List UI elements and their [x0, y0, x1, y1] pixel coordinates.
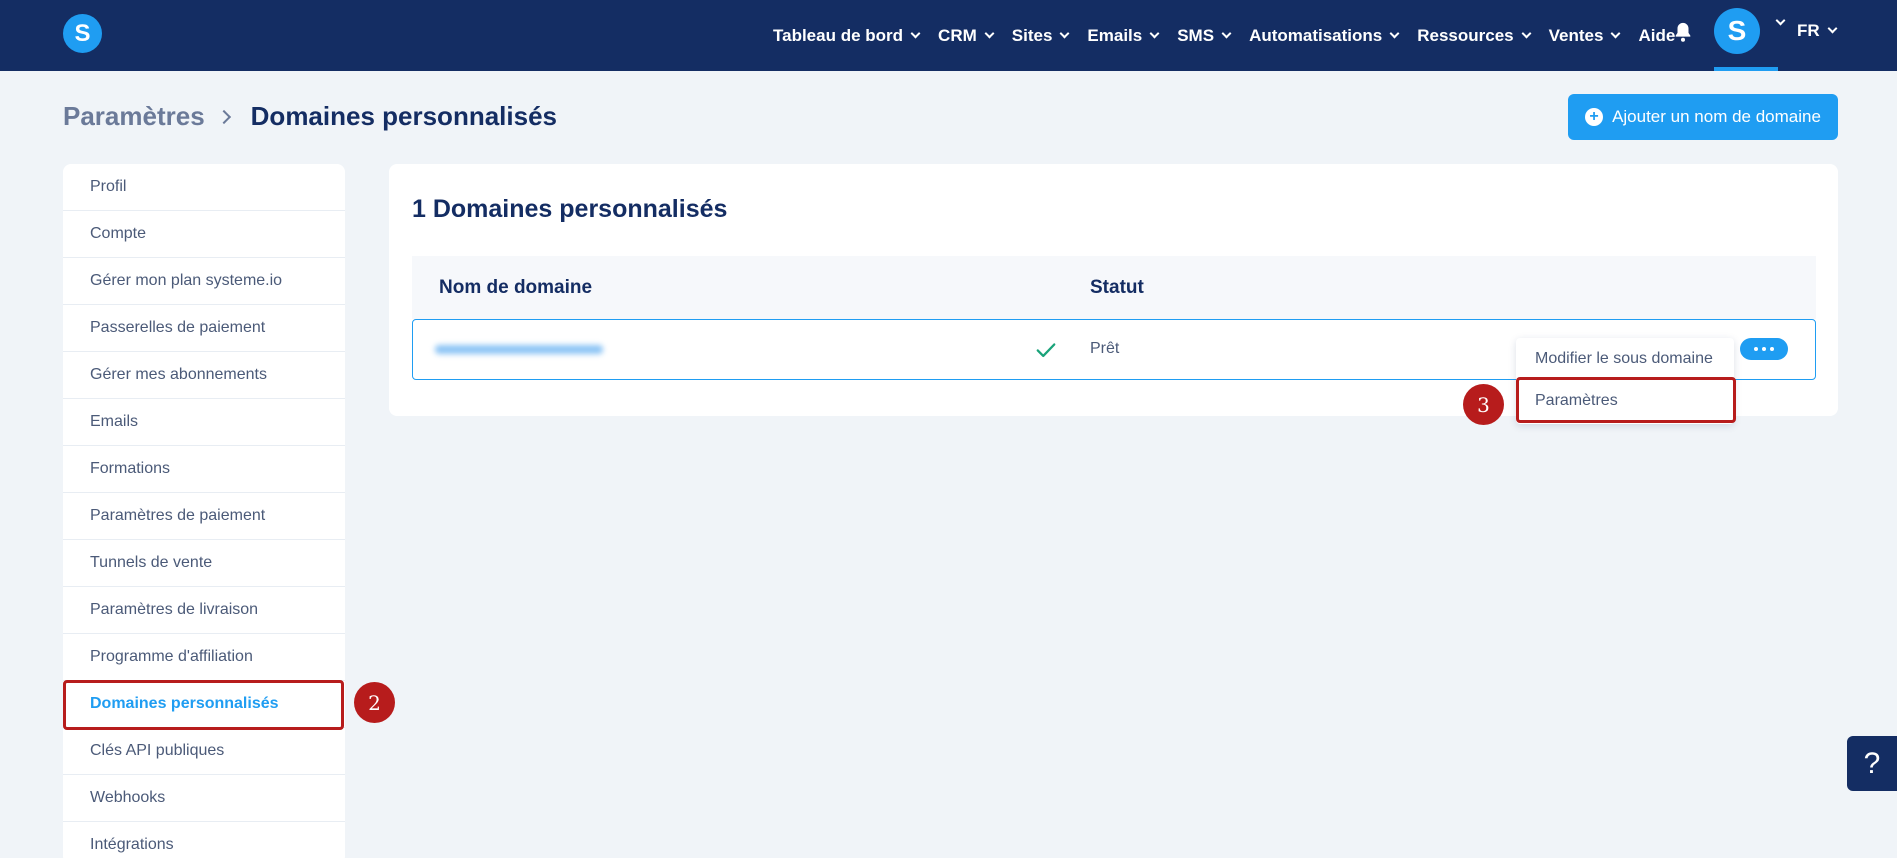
sidebar-item-webhooks[interactable]: Webhooks	[63, 775, 345, 822]
chevron-down-icon	[1149, 28, 1160, 38]
page-title: Domaines personnalisés	[250, 101, 557, 131]
nav-emails[interactable]: Emails	[1087, 25, 1160, 46]
chevron-down-icon	[1611, 28, 1621, 38]
highlight-box-step-2	[63, 680, 344, 730]
chevron-down-icon	[1059, 28, 1070, 38]
chevron-down-icon[interactable]	[1775, 15, 1786, 26]
column-header-status: Statut	[1090, 277, 1144, 298]
sidebar-item-cles-api[interactable]: Clés API publiques	[63, 728, 345, 775]
sidebar-item-emails[interactable]: Emails	[63, 399, 345, 446]
section-title: 1 Domaines personnalisés	[412, 195, 728, 223]
ellipsis-dot	[1770, 347, 1774, 351]
nav-label: Sites	[1011, 25, 1053, 45]
sidebar-item-plan[interactable]: Gérer mon plan systeme.io	[63, 258, 345, 305]
step-badge-3: 3	[1463, 384, 1504, 425]
menu-item-modifier-sous-domaine[interactable]: Modifier le sous domaine	[1535, 350, 1713, 368]
nav-label: Aide	[1638, 25, 1676, 45]
main-menu: Tableau de bord CRM Sites Emails SMS Aut…	[773, 0, 1694, 71]
nav-ventes[interactable]: Ventes	[1548, 25, 1621, 46]
logo[interactable]: S	[63, 14, 102, 53]
highlight-box-step-3	[1516, 377, 1736, 423]
sidebar-item-abonnements[interactable]: Gérer mes abonnements	[63, 352, 345, 399]
column-header-domain: Nom de domaine	[439, 277, 593, 298]
chevron-down-icon	[1389, 28, 1400, 38]
nav-tableau-de-bord[interactable]: Tableau de bord	[773, 25, 921, 46]
avatar[interactable]: S	[1714, 8, 1760, 54]
chevron-right-icon	[216, 109, 231, 124]
chevron-down-icon	[1827, 23, 1838, 34]
add-domain-label: Ajouter un nom de domaine	[1612, 107, 1821, 126]
more-actions-button[interactable]	[1740, 338, 1788, 360]
chevron-down-icon	[910, 28, 921, 38]
help-button[interactable]: ?	[1847, 736, 1897, 791]
nav-label: Ressources	[1417, 25, 1514, 45]
plus-circle-icon: +	[1585, 108, 1604, 126]
sidebar-item-passerelles[interactable]: Passerelles de paiement	[63, 305, 345, 352]
sidebar-item-tunnels[interactable]: Tunnels de vente	[63, 540, 345, 587]
chevron-down-icon	[1221, 28, 1232, 38]
nav-ressources[interactable]: Ressources	[1417, 25, 1532, 46]
sidebar-item-parametres-paiement[interactable]: Paramètres de paiement	[63, 493, 345, 540]
nav-crm[interactable]: CRM	[938, 25, 995, 46]
step-badge-2: 2	[354, 682, 395, 723]
active-indicator	[1714, 67, 1778, 71]
language-selector[interactable]: FR	[1797, 0, 1838, 62]
sidebar-item-formations[interactable]: Formations	[63, 446, 345, 493]
nav-label: CRM	[938, 25, 977, 45]
nav-aide[interactable]: Aide	[1638, 26, 1675, 46]
chevron-down-icon	[984, 28, 995, 38]
ellipsis-dot	[1762, 347, 1766, 351]
chevron-down-icon	[1521, 28, 1532, 38]
sidebar-item-compte[interactable]: Compte	[63, 211, 345, 258]
nav-label: Emails	[1087, 25, 1143, 45]
ellipsis-icon	[1754, 347, 1758, 351]
nav-sms[interactable]: SMS	[1177, 25, 1232, 46]
top-navbar: S Tableau de bord CRM Sites Emails SMS A…	[0, 0, 1897, 71]
nav-label: Tableau de bord	[773, 25, 904, 45]
nav-label: Automatisations	[1249, 25, 1383, 45]
sidebar-item-profil[interactable]: Profil	[63, 164, 345, 211]
status-value: Prêt	[1090, 340, 1120, 357]
redacted-text-icon	[435, 345, 603, 354]
sidebar-item-affiliation[interactable]: Programme d'affiliation	[63, 634, 345, 681]
nav-label: SMS	[1177, 25, 1215, 45]
bell-icon[interactable]	[1672, 20, 1694, 44]
domain-name-blurred[interactable]	[435, 341, 603, 357]
settings-sidebar: Profil Compte Gérer mon plan systeme.io …	[63, 164, 345, 858]
sidebar-item-integrations[interactable]: Intégrations	[63, 822, 345, 858]
breadcrumb: Paramètres Domaines personnalisés	[63, 101, 557, 132]
check-icon	[1036, 343, 1056, 358]
breadcrumb-parent[interactable]: Paramètres	[63, 101, 205, 132]
nav-label: Ventes	[1548, 25, 1604, 45]
language-label: FR	[1797, 21, 1820, 40]
add-domain-button[interactable]: + Ajouter un nom de domaine	[1568, 94, 1838, 140]
nav-automatisations[interactable]: Automatisations	[1249, 25, 1400, 46]
nav-sites[interactable]: Sites	[1011, 25, 1070, 46]
sidebar-item-livraison[interactable]: Paramètres de livraison	[63, 587, 345, 634]
